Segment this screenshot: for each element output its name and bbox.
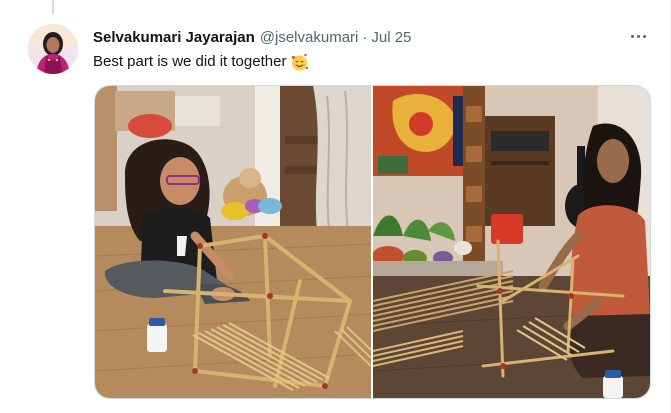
author-handle[interactable]: @jselvakumari — [260, 29, 359, 46]
avatar-image — [28, 24, 78, 74]
tweet-text-row: Best part is we did it together — [93, 52, 309, 72]
tweet-header: Selvakumari Jayarajan @jselvakumari · Ju… — [93, 27, 411, 47]
smiling-face-with-hearts-icon — [292, 53, 309, 71]
photo-image — [373, 86, 650, 398]
more-horizontal-icon-dot — [630, 34, 634, 38]
tweet-text: Best part is we did it together — [93, 53, 287, 70]
photo-image — [95, 86, 371, 398]
more-options-button[interactable] — [626, 26, 650, 46]
tweet-media[interactable] — [94, 85, 651, 399]
photo-woman-building[interactable] — [373, 86, 650, 398]
separator-dot: · — [362, 28, 368, 46]
tweet-date[interactable]: Jul 25 — [371, 29, 411, 46]
photo-girl-building[interactable] — [95, 86, 371, 398]
author-name[interactable]: Selvakumari Jayarajan — [93, 29, 255, 46]
tweet-card[interactable]: Selvakumari Jayarajan @jselvakumari · Ju… — [0, 0, 671, 413]
thread-connector-line — [52, 0, 54, 14]
more-horizontal-icon-dot — [636, 34, 640, 38]
more-horizontal-icon-dot — [642, 34, 646, 38]
avatar[interactable] — [28, 24, 78, 74]
